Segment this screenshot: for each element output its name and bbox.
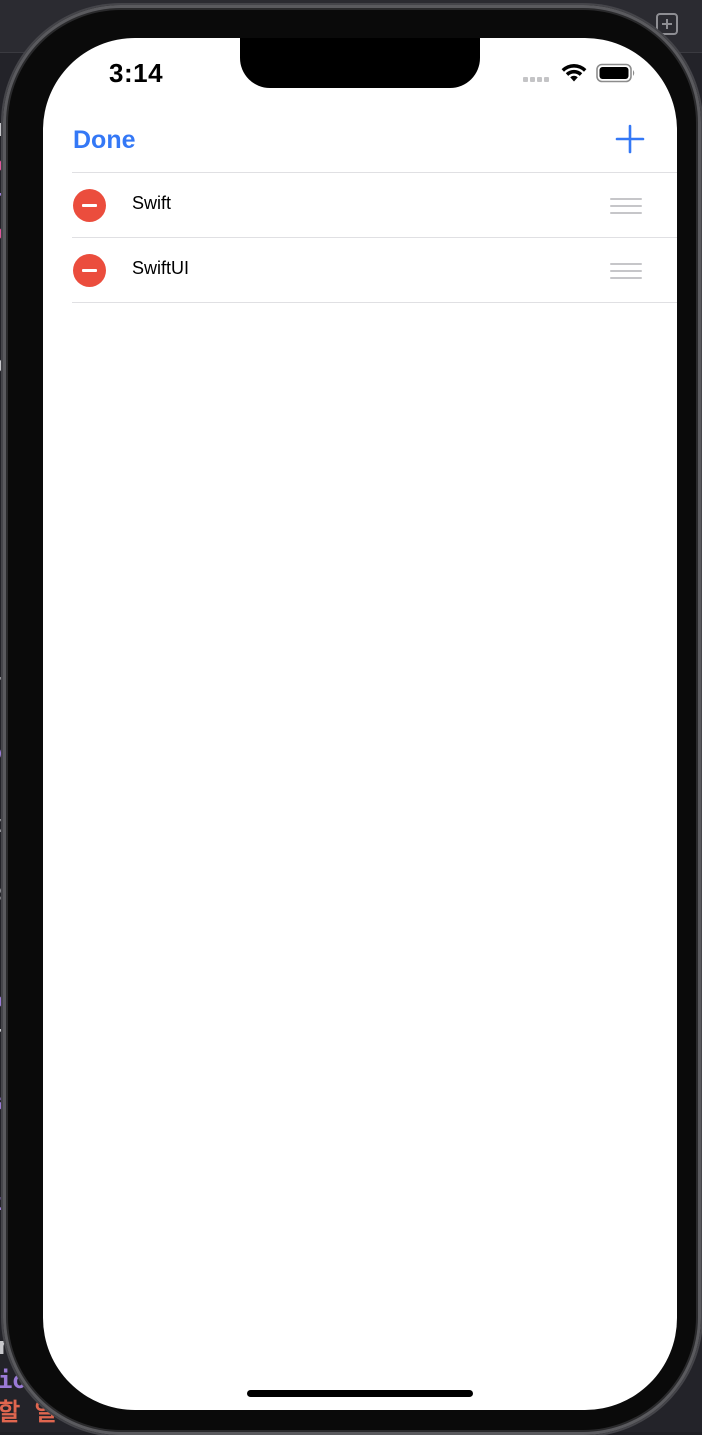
navigation-bar: Done <box>43 108 677 172</box>
list-row[interactable]: Swift <box>72 173 677 238</box>
status-time: 3:14 <box>109 58 164 88</box>
row-label: Swift <box>132 193 172 213</box>
minus-circle-icon[interactable] <box>73 254 106 287</box>
add-button[interactable] <box>613 122 647 156</box>
cellular-signal-icon <box>523 76 553 82</box>
done-button[interactable]: Done <box>73 126 136 155</box>
phone-screen: 3:14 Done Swift SwiftUI <box>43 38 677 1410</box>
row-label: SwiftUI <box>132 258 190 278</box>
minus-circle-icon[interactable] <box>73 189 106 222</box>
wifi-icon <box>561 63 587 82</box>
reorder-grip-icon[interactable] <box>610 197 644 215</box>
editable-list: Swift SwiftUI <box>72 172 677 303</box>
reorder-grip-icon[interactable] <box>610 262 644 280</box>
library-add-icon[interactable] <box>656 13 678 35</box>
iphone-frame: 3:14 Done Swift SwiftUI <box>3 5 701 1435</box>
list-row[interactable]: SwiftUI <box>72 238 677 303</box>
plus-icon <box>615 124 645 154</box>
notch <box>240 38 480 88</box>
battery-icon <box>596 63 635 83</box>
home-indicator[interactable] <box>247 1390 473 1397</box>
